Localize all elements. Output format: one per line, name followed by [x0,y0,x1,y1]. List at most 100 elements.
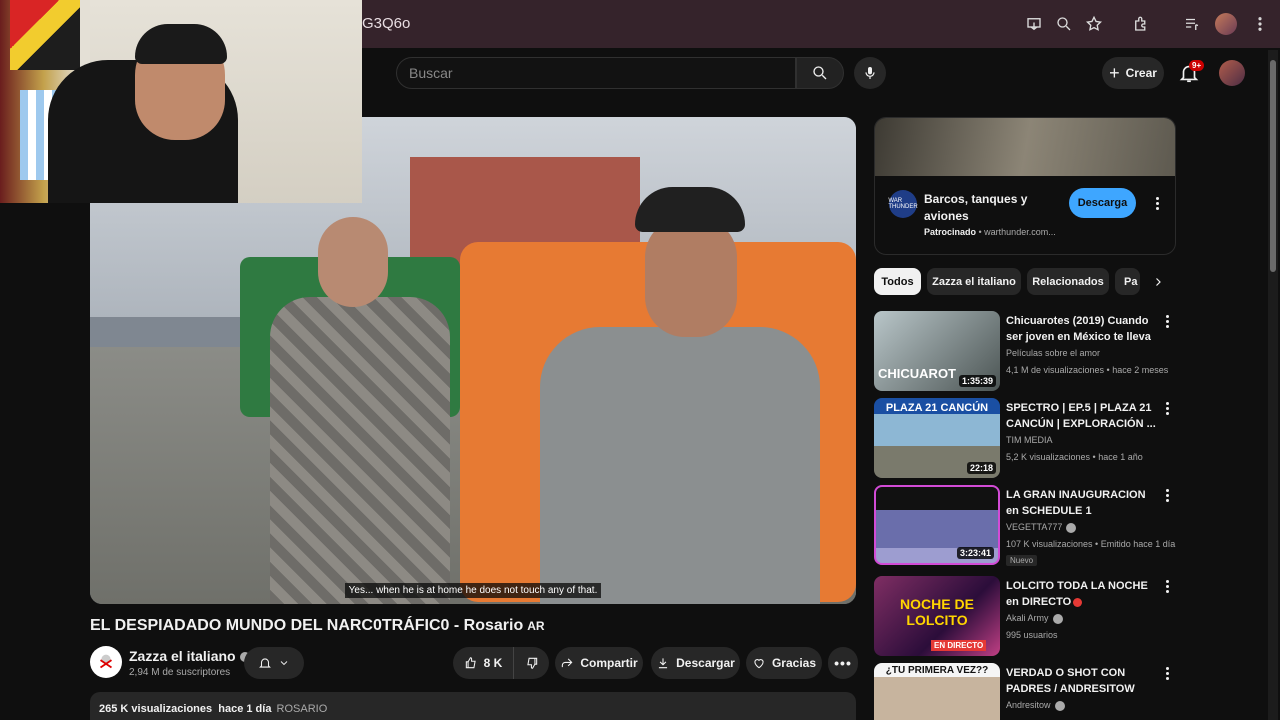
ad-menu-icon[interactable] [1156,197,1160,210]
item-menu-icon[interactable] [1166,402,1170,415]
chip-all[interactable]: Todos [874,268,921,295]
channel-logo-icon [99,654,113,669]
video-thumbnail[interactable]: PLAZA 21 CANCÚN 22:18 [874,398,1000,478]
chip-channel[interactable]: Zazza el italiano [927,268,1021,295]
browser-menu-icon[interactable] [1248,12,1272,36]
super-thanks-icon [754,659,764,669]
dislike-button[interactable] [513,647,549,679]
video-thumbnail[interactable]: 3:23:41 [874,485,1000,565]
ad-download-button[interactable]: Descarga [1069,188,1136,218]
view-count: 265 K visualizaciones [99,703,213,715]
recommendation-title[interactable]: Chicuarotes (2019) Cuando ser joven en M… [1006,313,1156,345]
more-actions-button[interactable]: ••• [828,647,858,679]
address-bar-url[interactable]: G3Q6o [362,15,410,32]
download-button[interactable]: Descargar [651,647,740,679]
hashtag[interactable]: ROSARIO [277,703,328,715]
like-count: 8 K [483,656,503,670]
video-thumbnail[interactable]: ¿TU PRIMERA VEZ?? [874,663,1000,720]
video-frame-man [540,187,820,604]
ad-advertiser-logo: WAR THUNDER [888,190,918,218]
verified-icon [1066,522,1077,533]
video-thumbnail[interactable]: NOCHE DE LOLCITO EN DIRECTO [874,576,1000,656]
browser-profile-avatar[interactable] [1215,13,1237,35]
subscription-bell-button[interactable] [244,647,304,679]
recommendation-item[interactable]: CHICUAROT 1:35:39 Chicuarotes (2019) Cua… [874,311,1176,393]
recommendation-meta: 5,2 K visualizaciones • hace 1 año [1006,452,1143,462]
subscriber-count: 2,94 M de suscriptores [129,667,231,678]
recommendation-channel[interactable]: TIM MEDIA [1006,435,1053,445]
streamer-webcam-overlay [0,0,362,203]
more-horizontal-icon: ••• [834,655,852,671]
item-menu-icon[interactable] [1166,315,1170,328]
chip-more[interactable]: Pa [1115,268,1140,295]
search-input[interactable]: Buscar [396,57,796,89]
share-button[interactable]: Compartir [555,647,643,679]
live-icon [1073,597,1083,607]
recommendation-title[interactable]: VERDAD O SHOT CON PADRES / ANDRESITOW [1006,665,1156,697]
sponsored-ad-card[interactable]: WAR THUNDER Barcos, tanques y aviones Pa… [874,117,1176,255]
ad-sponsor-line: Patrocinado • warthunder.com... [924,227,1056,237]
create-button[interactable]: + Crear [1102,57,1164,89]
zoom-icon[interactable] [1052,12,1076,36]
channel-avatar[interactable] [90,646,122,678]
recommendation-channel[interactable]: Andresitow [1006,700,1065,711]
thumbs-down-icon [526,657,537,669]
recommendation-item[interactable]: ¿TU PRIMERA VEZ?? VERDAD O SHOT CON PADR… [874,663,1176,720]
microphone-icon [865,67,875,79]
video-duration: 3:23:41 [956,547,994,559]
voice-search-button[interactable] [854,57,886,89]
item-menu-icon[interactable] [1166,667,1170,680]
media-controls-icon[interactable] [1180,12,1204,36]
thanks-label: Gracias [771,656,817,670]
recommendation-meta: 4,1 M de visualizaciones • hace 2 meses [1006,365,1169,375]
recommendation-item[interactable]: PLAZA 21 CANCÚN 22:18 SPECTRO | EP.5 | P… [874,398,1176,480]
video-duration: 1:35:39 [958,375,996,387]
download-label: Descargar [676,656,735,670]
chevron-down-icon [280,661,288,666]
account-avatar[interactable] [1219,60,1245,86]
item-menu-icon[interactable] [1166,580,1170,593]
recommendation-meta: 107 K visualizaciones • Emitido hace 1 d… [1006,539,1176,549]
item-menu-icon[interactable] [1166,489,1170,502]
thumbs-up-icon [465,657,476,669]
cast-icon[interactable] [1022,12,1046,36]
live-badge: EN DIRECTO [931,640,987,651]
description-box[interactable]: 265 K visualizaciones hace 1 día ROSARIO [90,692,856,720]
recommendation-meta: 995 usuarios [1006,630,1058,640]
thanks-button[interactable]: Gracias [746,647,822,679]
bell-icon [259,658,271,668]
recommendation-item[interactable]: NOCHE DE LOLCITO EN DIRECTO LOLCITO TODA… [874,576,1176,658]
recommendation-channel[interactable]: VEGETTA777 [1006,522,1077,533]
chevron-right-icon [1156,278,1161,286]
upload-date: hace 1 día [218,703,272,715]
page-scrollbar-thumb[interactable] [1270,60,1276,272]
share-label: Compartir [580,656,638,670]
channel-name[interactable]: Zazza el italiano [129,648,250,664]
download-icon [659,658,668,669]
plus-icon: + [1109,62,1120,83]
search-icon [813,66,827,80]
search-button[interactable] [796,57,844,89]
notifications-badge: 9+ [1189,60,1205,71]
chips-next-arrow[interactable] [1148,270,1168,294]
ad-banner-image [875,118,1175,176]
recommendation-title[interactable]: LOLCITO TODA LA NOCHE en DIRECTO [1006,578,1156,610]
extensions-icon[interactable] [1129,12,1153,36]
recommendation-item[interactable]: 3:23:41 LA GRAN INAUGURACION en SCHEDULE… [874,485,1176,567]
new-badge: Nuevo [1006,555,1038,566]
recommendation-title[interactable]: SPECTRO | EP.5 | PLAZA 21 CANCÚN | EXPLO… [1006,400,1156,432]
recommendation-channel[interactable]: Akali Army [1006,613,1063,624]
chip-related[interactable]: Relacionados [1027,268,1109,295]
bookmark-star-icon[interactable] [1082,12,1106,36]
ad-title: Barcos, tanques y aviones [924,192,1028,223]
video-caption: Yes... when he is at home he does not to… [90,580,856,598]
recommendation-channel[interactable]: Películas sobre el amor [1006,348,1100,358]
like-button[interactable]: 8 K [453,647,513,679]
video-thumbnail[interactable]: CHICUAROT 1:35:39 [874,311,1000,391]
video-duration: 22:18 [966,462,996,474]
recommendation-title[interactable]: LA GRAN INAUGURACION en SCHEDULE 1 [1006,487,1156,519]
video-frame-woman [270,217,450,604]
create-label: Crear [1125,66,1157,80]
video-title: EL DESPIADADO MUNDO DEL NARC0TRÁFIC0 - R… [90,617,545,634]
verified-icon [1054,700,1065,711]
